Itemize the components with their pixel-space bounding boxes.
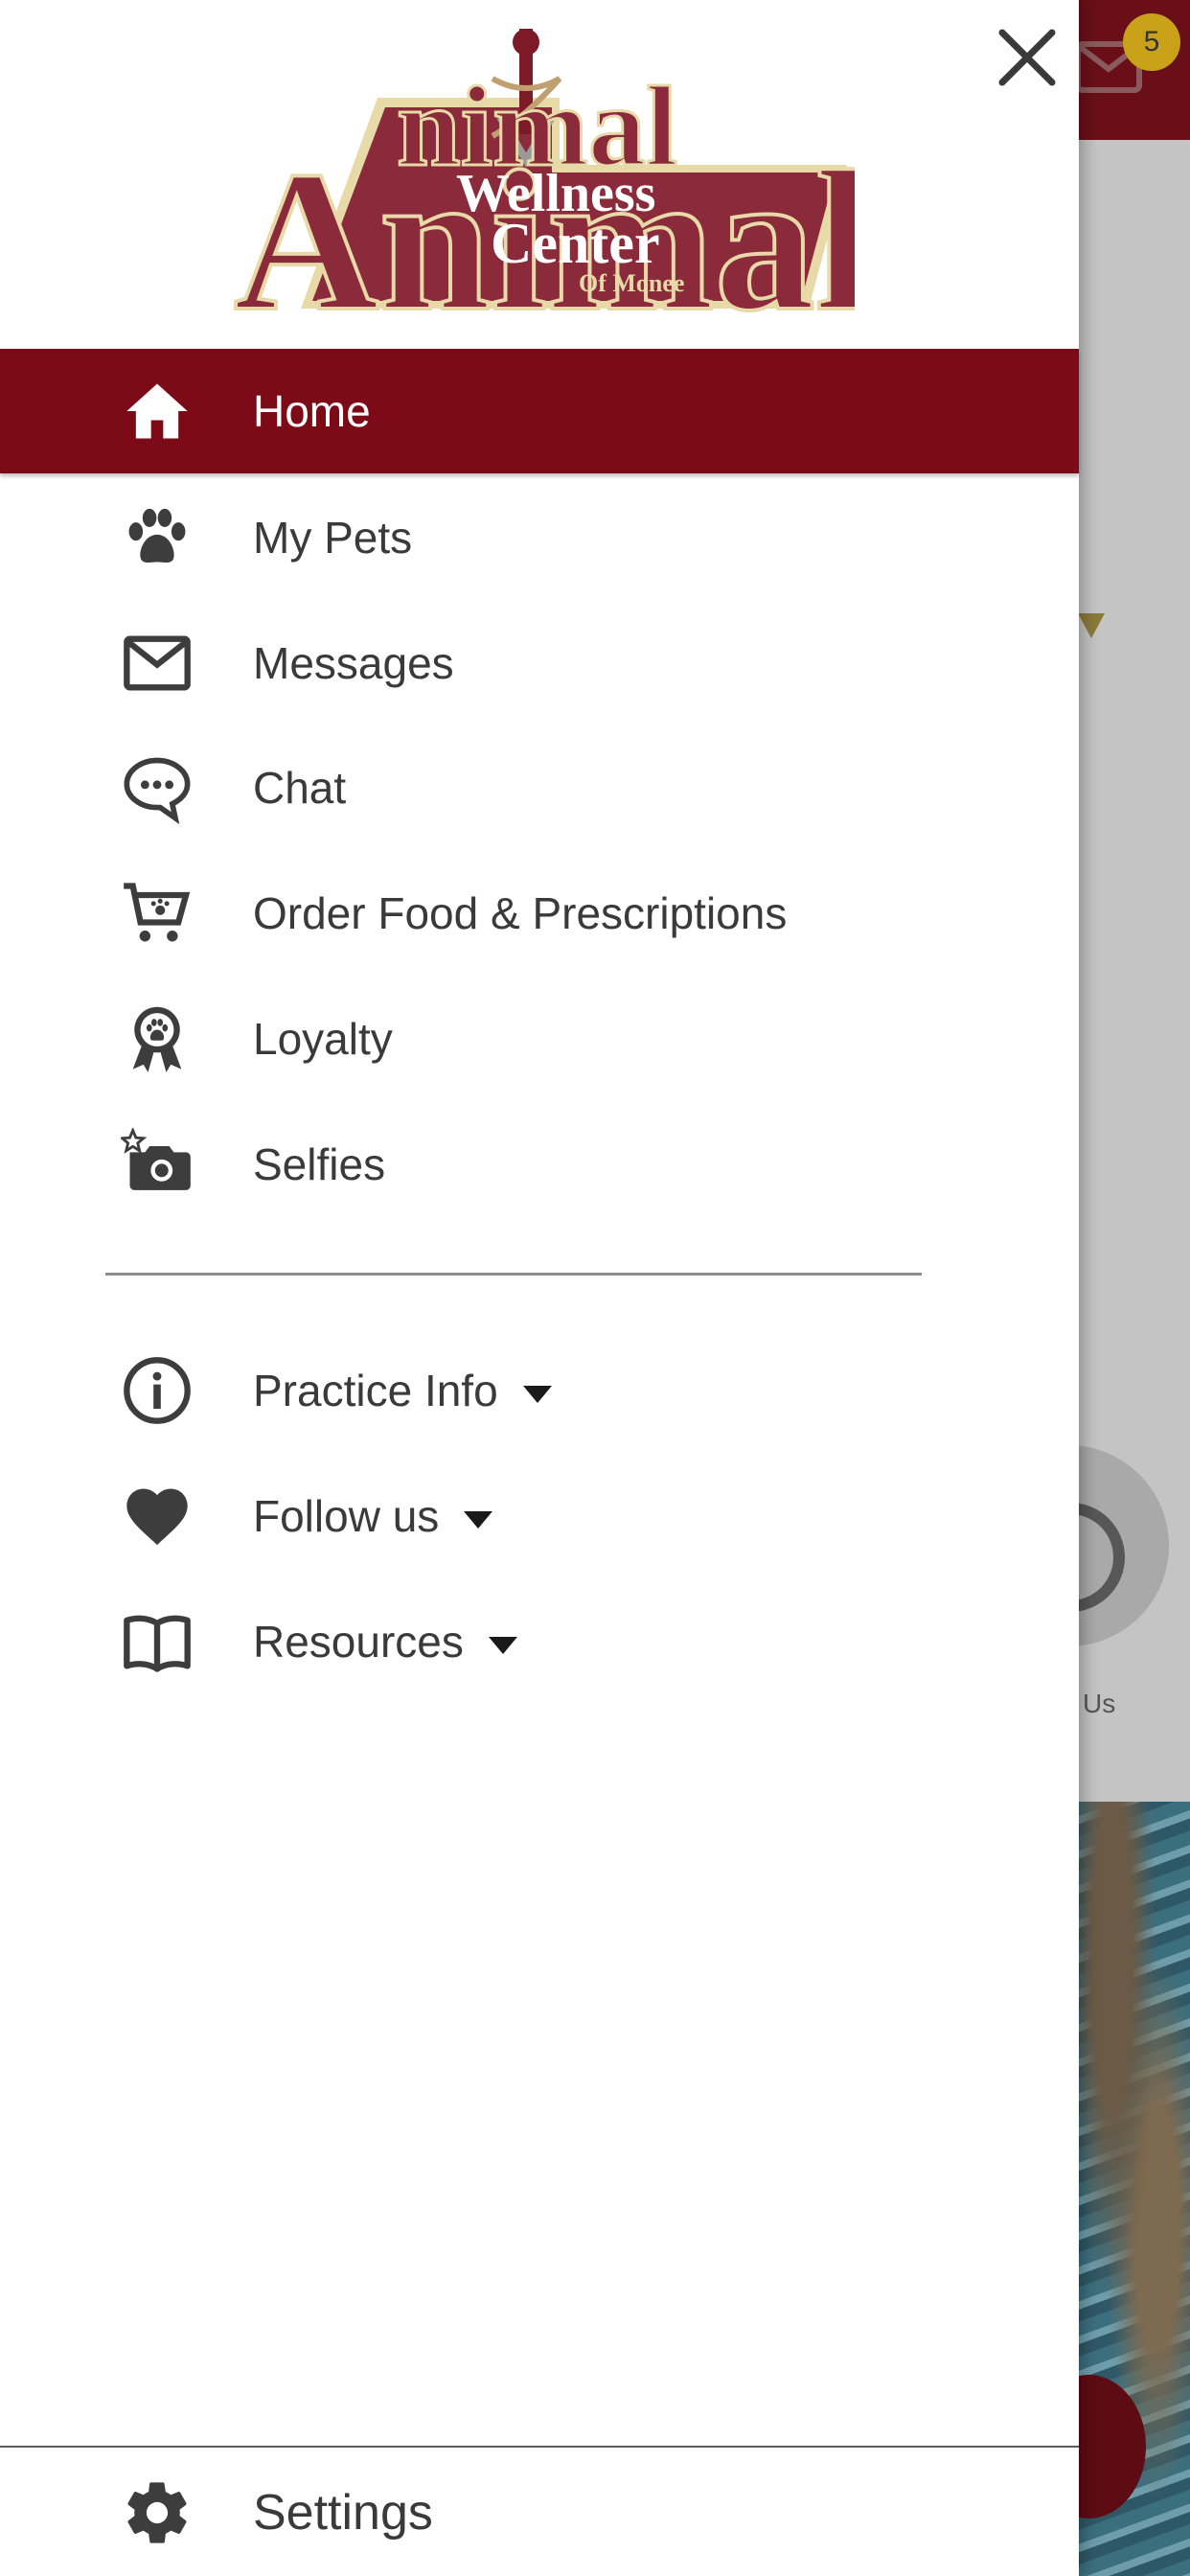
nav-item-resources[interactable]: Resources (0, 1579, 1079, 1704)
nav-item-home[interactable]: Home (0, 349, 1079, 473)
book-icon (119, 1603, 195, 1680)
nav-item-follow-us[interactable]: Follow us (0, 1454, 1079, 1578)
navigation-drawer: Animal nimal Wellness Center Of Monee Ho… (0, 0, 1079, 2576)
nav-item-messages[interactable]: Messages (0, 601, 1079, 725)
cart-icon (119, 875, 195, 952)
logo-line-location: Of Monee (579, 269, 684, 297)
nav-item-label: Order Food & Prescriptions (253, 888, 788, 938)
nav-item-label: Resources (253, 1617, 464, 1667)
logo-line-center: Center (491, 212, 660, 275)
heart-icon (119, 1478, 195, 1554)
nav-item-my-pets[interactable]: My Pets (0, 475, 1079, 600)
nav-item-label: Follow us (253, 1491, 440, 1541)
message-count-badge: 5 (1123, 13, 1180, 71)
caret-down-icon (488, 1636, 517, 1654)
nav-item-label: Settings (253, 2485, 433, 2541)
practice-logo: Animal nimal Wellness Center Of Monee (234, 29, 855, 314)
paw-icon (119, 499, 195, 576)
nav-item-selfies[interactable]: Selfies (0, 1102, 1079, 1227)
nav-item-label-wrap: Resources (253, 1616, 517, 1668)
caret-down-icon (464, 1510, 493, 1529)
info-icon (119, 1352, 195, 1429)
nav-item-label: My Pets (253, 513, 413, 563)
nav-item-chat[interactable]: Chat (0, 725, 1079, 850)
chat-icon (119, 749, 195, 826)
award-icon (119, 1000, 195, 1077)
nav-item-label: Selfies (253, 1139, 386, 1189)
nav-item-settings[interactable]: Settings (0, 2450, 1079, 2576)
settings-divider (0, 2446, 1079, 2448)
gear-icon (119, 2474, 195, 2551)
caret-down-icon (522, 1385, 552, 1403)
close-icon[interactable] (993, 23, 1062, 92)
nav-item-label: Chat (253, 763, 347, 813)
nav-item-label: Home (253, 386, 371, 436)
nav-item-label-wrap: Practice Info (253, 1365, 552, 1416)
nav-item-order-food[interactable]: Order Food & Prescriptions (0, 851, 1079, 976)
nav-item-label: Loyalty (253, 1014, 393, 1064)
camera-icon (119, 1126, 195, 1203)
nav-item-label-wrap: Follow us (253, 1490, 493, 1542)
nav-item-label: Messages (253, 638, 454, 688)
menu-divider (105, 1273, 922, 1276)
background-logo-fragment (1078, 613, 1105, 638)
nav-item-loyalty[interactable]: Loyalty (0, 977, 1079, 1101)
home-icon (119, 373, 195, 449)
contact-us-label: Us (1083, 1689, 1116, 1718)
nav-item-label: Practice Info (253, 1366, 498, 1415)
nav-item-practice-info[interactable]: Practice Info (0, 1328, 1079, 1453)
mail-icon (119, 625, 195, 702)
